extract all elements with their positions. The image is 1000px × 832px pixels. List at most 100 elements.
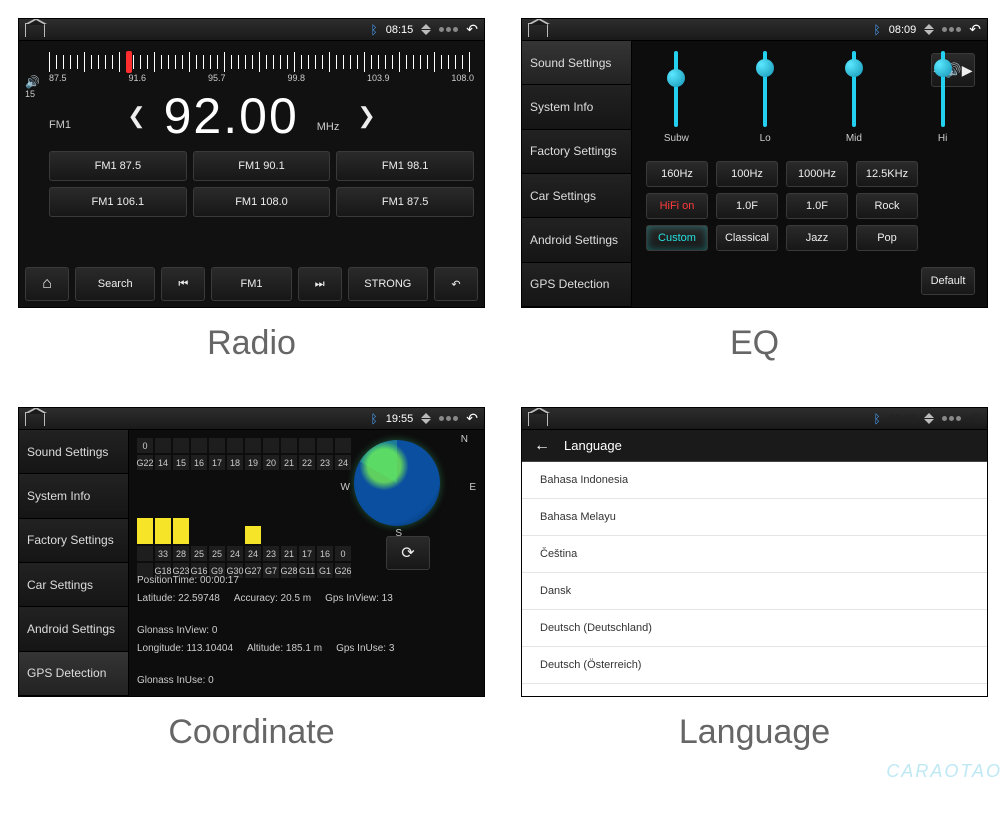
satellite-table: 0G22141516171819202122232433282525242423… — [137, 438, 357, 580]
recents-icon[interactable] — [942, 27, 961, 32]
default-button[interactable]: Default — [921, 267, 975, 295]
eq-slider[interactable]: Lo — [745, 51, 785, 161]
home-outline-icon — [25, 23, 45, 37]
language-item[interactable]: Deutsch (Österreich) — [522, 647, 987, 684]
eq-preset-button[interactable]: HiFi on — [646, 193, 708, 219]
eq-preset-button[interactable]: 12.5KHz — [856, 161, 918, 187]
back-icon[interactable]: ↶ — [466, 21, 478, 38]
sidebar-item-sound[interactable]: Sound Settings — [19, 430, 129, 474]
prev-track-button[interactable]: ⏮ — [161, 267, 205, 301]
status-bar: ᛒ 08:09 ↶ — [522, 19, 987, 41]
sidebar-item-factory[interactable]: Factory Settings — [522, 130, 632, 174]
language-header: ← Language — [522, 430, 987, 462]
eq-preset-button[interactable]: Custom — [646, 225, 708, 251]
sidebar-item-system[interactable]: System Info — [522, 85, 632, 129]
recents-icon[interactable] — [439, 416, 458, 421]
recents-icon[interactable] — [439, 27, 458, 32]
eq-preset-button[interactable]: Jazz — [786, 225, 848, 251]
eq-preset-button[interactable]: Rock — [856, 193, 918, 219]
language-item[interactable]: Bahasa Melayu — [522, 499, 987, 536]
preset-grid: FM1 87.5 FM1 90.1 FM1 98.1 FM1 106.1 FM1… — [49, 151, 474, 217]
language-item[interactable]: Dansk — [522, 573, 987, 610]
sidebar-item-android[interactable]: Android Settings — [19, 607, 129, 651]
home-outline-icon — [528, 23, 548, 37]
language-item[interactable]: Deutsch (Deutschland) — [522, 610, 987, 647]
compass-e: E — [469, 482, 476, 493]
updown-icon[interactable] — [421, 24, 431, 35]
eq-slider[interactable]: Subw — [656, 51, 696, 161]
refresh-button[interactable]: ⟳ — [386, 536, 430, 570]
sidebar-item-system[interactable]: System Info — [19, 474, 129, 518]
language-item[interactable]: English (United Kingdom) — [522, 684, 987, 696]
preset-button[interactable]: FM1 87.5 — [49, 151, 187, 181]
recents-icon[interactable] — [942, 416, 961, 421]
preset-button[interactable]: FM1 87.5 — [336, 187, 474, 217]
bluetooth-icon: ᛒ — [371, 412, 378, 426]
back-arrow-icon[interactable]: ← — [534, 437, 550, 455]
clock: 08:01 — [889, 413, 917, 425]
bluetooth-icon: ᛒ — [371, 23, 378, 37]
sidebar-item-factory[interactable]: Factory Settings — [19, 519, 129, 563]
eq-preset-button[interactable]: 1.0F — [786, 193, 848, 219]
status-bar: ᛒ 19:55 ↶ — [19, 408, 484, 430]
language-list[interactable]: Bahasa IndonesiaBahasa MelayuČeštinaDans… — [522, 462, 987, 696]
compass-w: W — [341, 482, 350, 493]
home-outline-icon — [25, 412, 45, 426]
frequency-unit: MHz — [317, 121, 340, 133]
updown-icon[interactable] — [924, 413, 934, 424]
tune-down-button[interactable]: ❮ — [127, 103, 145, 129]
bluetooth-icon: ᛒ — [874, 23, 881, 37]
frequency-display: 92.00 — [164, 87, 299, 145]
watermark: CARAOTAO — [886, 761, 1000, 782]
preset-button[interactable]: FM1 90.1 — [193, 151, 331, 181]
eq-preset-button[interactable]: 160Hz — [646, 161, 708, 187]
back-icon[interactable]: ↶ — [969, 21, 981, 38]
preset-button[interactable]: FM1 108.0 — [193, 187, 331, 217]
language-screen: ᛒ 08:01 ↶ ← Language Bahasa IndonesiaBah… — [521, 407, 988, 697]
bluetooth-icon: ᛒ — [874, 412, 881, 426]
next-track-button[interactable]: ⏭ — [298, 267, 342, 301]
band-label: FM1 — [49, 119, 71, 131]
updown-icon[interactable] — [924, 24, 934, 35]
language-item[interactable]: Bahasa Indonesia — [522, 462, 987, 499]
sidebar-item-gps[interactable]: GPS Detection — [19, 652, 129, 696]
compass-n: N — [461, 434, 468, 445]
sidebar-item-car[interactable]: Car Settings — [19, 563, 129, 607]
sidebar-item-sound[interactable]: Sound Settings — [522, 41, 632, 85]
search-button[interactable]: Search — [75, 267, 155, 301]
eq-preset-button[interactable]: Pop — [856, 225, 918, 251]
back-icon[interactable]: ↶ — [466, 410, 478, 427]
return-button[interactable]: ↶ — [434, 267, 478, 301]
eq-slider[interactable]: Mid — [834, 51, 874, 161]
position-info: PositionTime: 00:00:17 Latitude: 22.5974… — [137, 572, 476, 690]
panel-label-coord: Coordinate — [0, 701, 503, 778]
updown-icon[interactable] — [421, 413, 431, 424]
language-item[interactable]: Čeština — [522, 536, 987, 573]
sidebar-item-car[interactable]: Car Settings — [522, 174, 632, 218]
eq-preset-button[interactable]: 1000Hz — [786, 161, 848, 187]
settings-sidebar: Sound Settings System Info Factory Setti… — [522, 41, 632, 307]
home-button[interactable]: ⌂ — [25, 267, 69, 301]
eq-preset-button[interactable]: 100Hz — [716, 161, 778, 187]
radio-screen: ᛒ 08:15 ↶ 🔊15 87.591.6 95.799.8 — [18, 18, 485, 308]
preset-button[interactable]: FM1 98.1 — [336, 151, 474, 181]
tune-up-button[interactable]: ❯ — [357, 103, 375, 129]
back-icon[interactable]: ↶ — [969, 410, 981, 427]
sidebar-item-gps[interactable]: GPS Detection — [522, 263, 632, 307]
coordinate-screen: ᛒ 19:55 ↶ Sound Settings System Info Fac… — [18, 407, 485, 697]
home-outline-icon — [528, 412, 548, 426]
strong-button[interactable]: STRONG — [348, 267, 428, 301]
eq-slider[interactable]: Hi — [923, 51, 963, 161]
status-bar: ᛒ 08:01 ↶ — [522, 408, 987, 430]
globe-icon — [354, 440, 440, 526]
panel-label-radio: Radio — [0, 312, 503, 389]
tuning-needle[interactable] — [126, 51, 132, 73]
clock: 08:09 — [889, 24, 917, 36]
preset-button[interactable]: FM1 106.1 — [49, 187, 187, 217]
eq-preset-button[interactable]: 1.0F — [716, 193, 778, 219]
eq-preset-button[interactable]: Classical — [716, 225, 778, 251]
eq-preset-grid: 160Hz 100Hz 1000Hz 12.5KHz HiFi on 1.0F 1.0F Ro… — [646, 161, 987, 251]
frequency-ruler[interactable]: 87.591.6 95.799.8 103.9108.0 — [49, 49, 474, 83]
band-button[interactable]: FM1 — [211, 267, 291, 301]
sidebar-item-android[interactable]: Android Settings — [522, 218, 632, 262]
